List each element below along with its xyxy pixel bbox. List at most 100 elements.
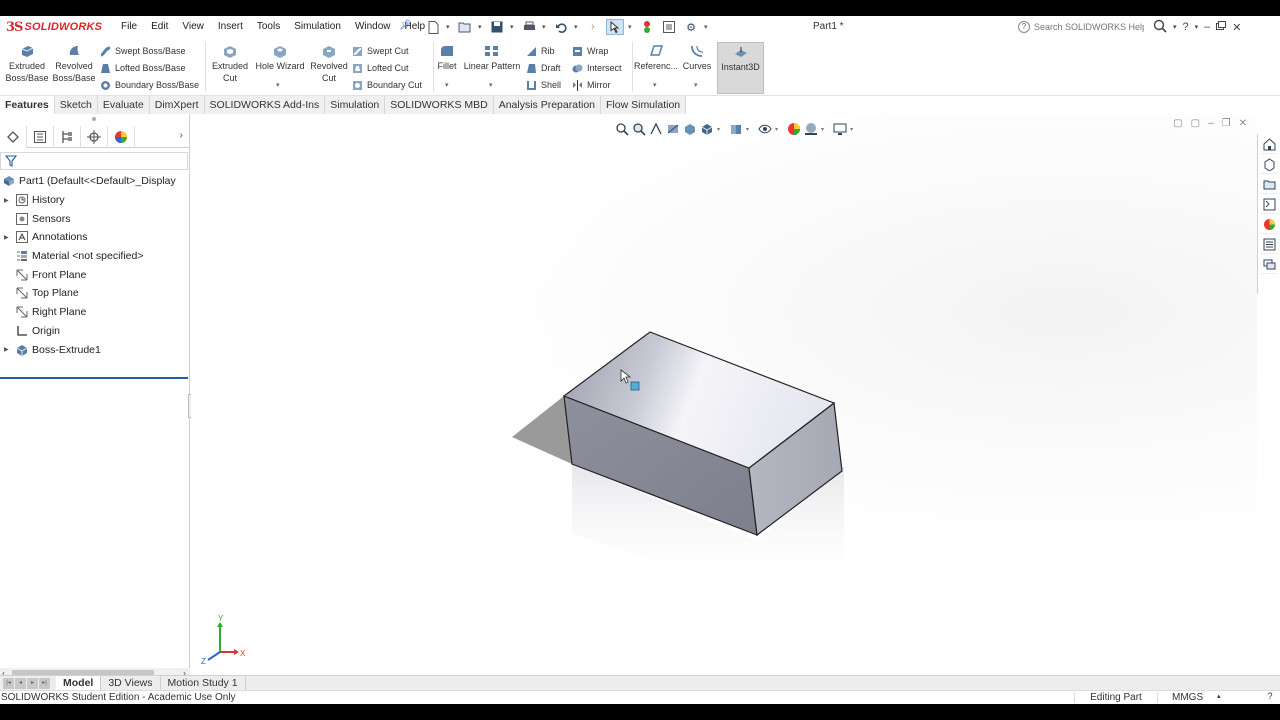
print-icon[interactable] (520, 19, 538, 35)
status-help-icon[interactable]: ? (1264, 691, 1276, 703)
revolved-cut-button[interactable]: Revolved Cut (308, 44, 350, 84)
tree-item-sensors[interactable]: Sensors (0, 209, 189, 228)
home-icon[interactable] (1260, 136, 1278, 154)
help-search-input[interactable] (1034, 22, 1144, 32)
hole-wizard-dropdown-icon[interactable]: ▾ (276, 80, 280, 92)
tree-item-material[interactable]: Material <not specified> (0, 247, 189, 266)
tab-addins[interactable]: SOLIDWORKS Add-Ins (204, 96, 326, 114)
help-dropdown-icon[interactable]: ▾ (1195, 23, 1199, 31)
tree-item-history[interactable]: ▶ History (0, 191, 189, 210)
restore-window-icon[interactable] (1216, 21, 1227, 33)
reference-geometry-button[interactable]: Referenc... ▾ (634, 44, 678, 89)
model-view[interactable]: Y X Z (191, 114, 1257, 680)
new-dropdown-icon[interactable]: ▾ (446, 23, 452, 31)
configuration-manager-tab[interactable] (54, 126, 81, 148)
menu-window[interactable]: Window (348, 20, 398, 34)
revolved-boss-button[interactable]: Revolved Boss/Base (52, 44, 96, 84)
tree-item-right-plane[interactable]: Right Plane (0, 303, 189, 322)
hole-wizard-button[interactable]: Hole Wizard ▾ (253, 44, 307, 89)
rib-button[interactable]: Rib (526, 44, 555, 58)
curves-button[interactable]: Curves ▾ (681, 44, 713, 89)
search-icon[interactable] (1153, 19, 1167, 36)
units-selector[interactable]: MMGS (1172, 692, 1203, 703)
solidworks-logo[interactable]: 3S SOLIDWORKS (6, 18, 102, 36)
instant3d-button[interactable]: Instant3D (717, 42, 764, 94)
wrap-button[interactable]: Wrap (572, 44, 608, 58)
dimxpert-manager-tab[interactable] (81, 126, 108, 148)
tree-item-front-plane[interactable]: Front Plane (0, 265, 189, 284)
tree-item-annotations[interactable]: ▶ Annotations (0, 228, 189, 247)
shell-button[interactable]: Shell (526, 78, 561, 92)
design-library-icon[interactable] (1260, 156, 1278, 174)
linear-pattern-dropdown-icon[interactable]: ▾ (489, 80, 493, 92)
tab-flow-simulation[interactable]: Flow Simulation (601, 96, 687, 114)
menu-view[interactable]: View (175, 20, 211, 34)
previous-tab-icon[interactable]: ◂ (15, 677, 26, 689)
linear-pattern-button[interactable]: Linear Pattern ▾ (462, 44, 522, 89)
redo-icon[interactable]: › (584, 19, 602, 35)
expand-arrow-icon[interactable]: ▶ (4, 346, 12, 353)
search-dropdown-icon[interactable]: ▾ (1173, 23, 1177, 31)
next-tab-icon[interactable]: ▸ (27, 677, 38, 689)
swept-boss-button[interactable]: Swept Boss/Base (100, 44, 186, 58)
tab-simulation[interactable]: Simulation (325, 96, 386, 114)
help-icon[interactable]: ? (1183, 21, 1189, 33)
menu-tools[interactable]: Tools (250, 20, 287, 34)
fillet-button[interactable]: Fillet ▾ (436, 44, 458, 89)
options-gear-icon[interactable]: ⚙ (682, 19, 700, 35)
select-dropdown-icon[interactable]: ▾ (628, 23, 634, 31)
boundary-boss-button[interactable]: Boundary Boss/Base (100, 78, 199, 92)
undo-dropdown-icon[interactable]: ▾ (574, 23, 580, 31)
rollback-bar[interactable] (0, 377, 188, 379)
file-properties-icon[interactable] (660, 19, 678, 35)
open-folder-icon[interactable] (456, 19, 474, 35)
new-document-icon[interactable] (424, 19, 442, 35)
open-dropdown-icon[interactable]: ▾ (478, 23, 484, 31)
swept-cut-button[interactable]: Swept Cut (352, 44, 409, 58)
tab-dimxpert[interactable]: DimXpert (149, 96, 205, 114)
tab-mbd[interactable]: SOLIDWORKS MBD (385, 96, 494, 114)
tab-sketch[interactable]: Sketch (54, 96, 98, 114)
menu-simulation[interactable]: Simulation (287, 20, 348, 34)
units-dropdown-icon[interactable]: ▴ (1217, 692, 1221, 700)
forum-icon[interactable] (1260, 256, 1278, 274)
last-tab-icon[interactable]: ▸| (39, 677, 50, 689)
select-cursor-icon[interactable] (606, 19, 624, 35)
pin-icon[interactable]: 📌︎ (399, 20, 412, 34)
tab-model[interactable]: Model (56, 675, 102, 691)
draft-button[interactable]: Draft (526, 61, 561, 75)
tree-item-boss-extrude1[interactable]: ▶ Boss-Extrude1 (0, 340, 189, 359)
curves-dropdown-icon[interactable]: ▾ (694, 80, 698, 92)
options-dropdown-icon[interactable]: ▾ (704, 23, 710, 31)
menu-edit[interactable]: Edit (144, 20, 175, 34)
save-icon[interactable] (488, 19, 506, 35)
tab-motion-study[interactable]: Motion Study 1 (161, 675, 246, 691)
extruded-boss-button[interactable]: Extruded Boss/Base (4, 44, 50, 84)
tab-evaluate[interactable]: Evaluate (97, 96, 150, 114)
tree-root-part[interactable]: Part1 (Default<<Default>_Display (0, 172, 189, 191)
display-manager-tab[interactable] (108, 126, 135, 148)
rebuild-icon[interactable] (638, 19, 656, 35)
reference-dropdown-icon[interactable]: ▾ (653, 80, 657, 92)
chevron-right-icon[interactable]: › (180, 130, 183, 141)
property-manager-tab[interactable] (27, 126, 54, 148)
tree-item-origin[interactable]: Origin (0, 322, 189, 341)
intersect-button[interactable]: Intersect (572, 61, 622, 75)
first-tab-icon[interactable]: |◂ (3, 677, 14, 689)
fillet-dropdown-icon[interactable]: ▾ (445, 80, 449, 92)
view-palette-icon[interactable] (1260, 196, 1278, 214)
save-dropdown-icon[interactable]: ▾ (510, 23, 516, 31)
lofted-cut-button[interactable]: Lofted Cut (352, 61, 409, 75)
undo-icon[interactable] (552, 19, 570, 35)
mirror-button[interactable]: Mirror (572, 78, 611, 92)
expand-arrow-icon[interactable]: ▶ (4, 197, 12, 204)
print-dropdown-icon[interactable]: ▾ (542, 23, 548, 31)
feature-manager-tab[interactable] (0, 126, 27, 148)
lofted-boss-button[interactable]: Lofted Boss/Base (100, 61, 186, 75)
custom-properties-icon[interactable] (1260, 236, 1278, 254)
boundary-cut-button[interactable]: Boundary Cut (352, 78, 422, 92)
extruded-cut-button[interactable]: Extruded Cut (208, 44, 252, 84)
tab-analysis-preparation[interactable]: Analysis Preparation (493, 96, 602, 114)
appearances-icon[interactable] (1260, 216, 1278, 234)
close-window-icon[interactable]: ✕ (1232, 21, 1241, 34)
